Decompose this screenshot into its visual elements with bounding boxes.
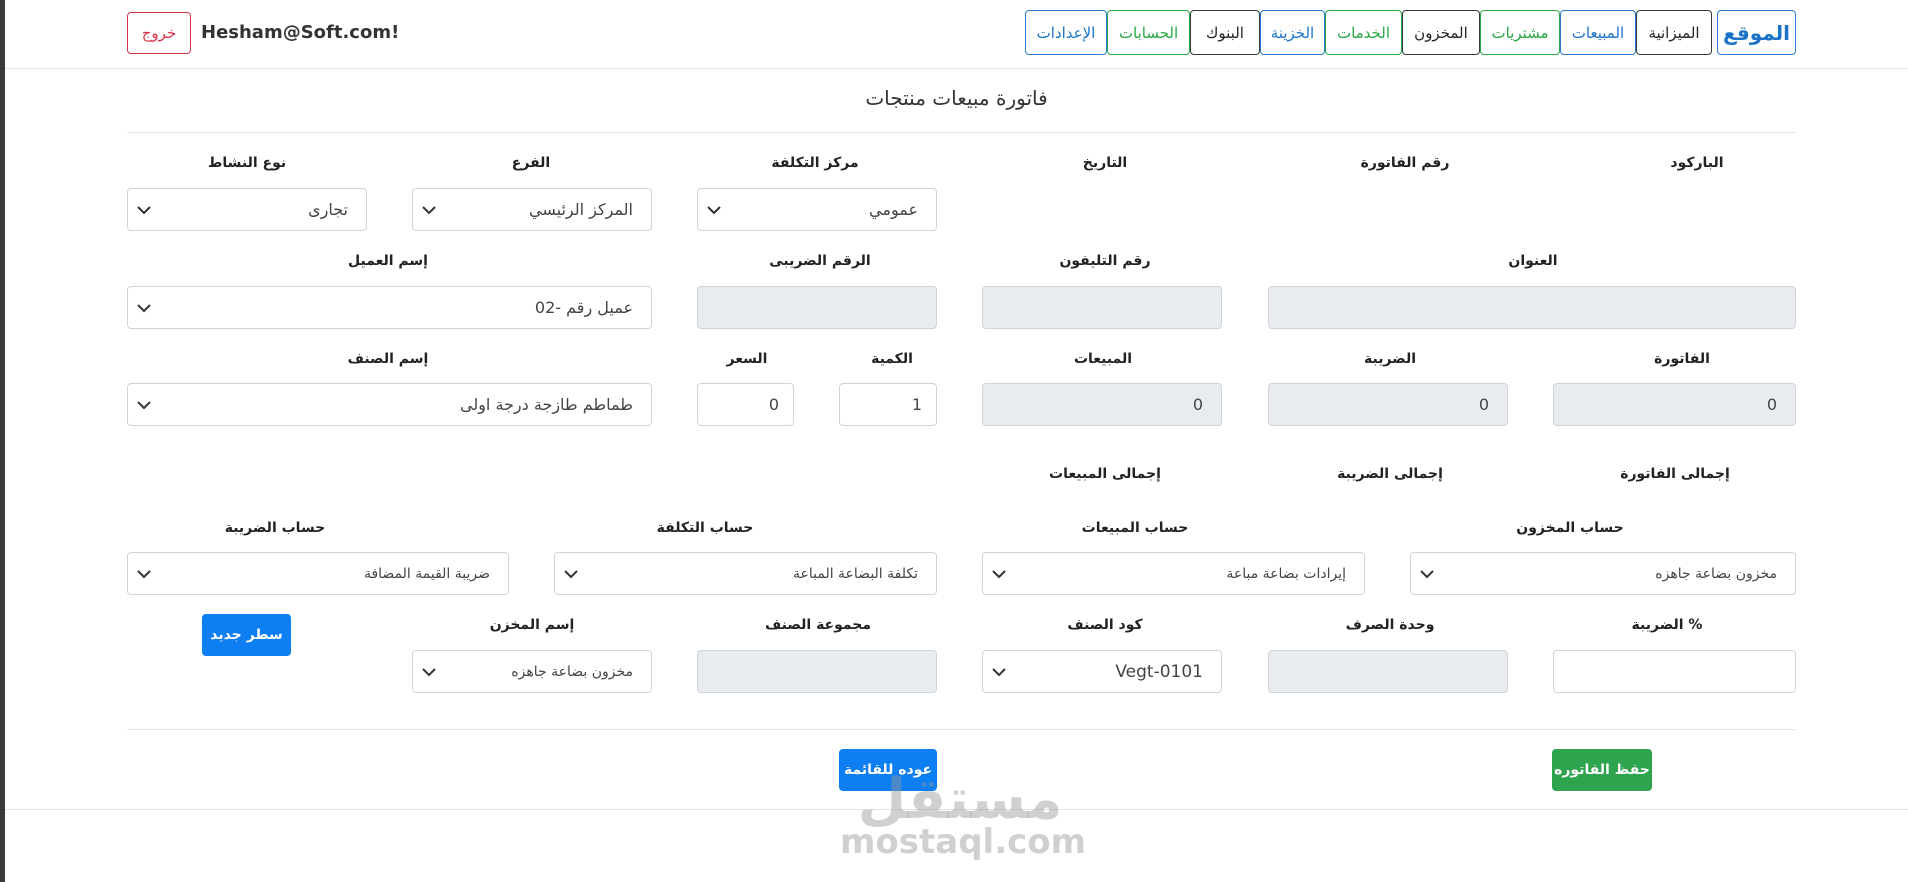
cost-account-label: حساب التكلفة bbox=[656, 520, 754, 536]
logout-button[interactable]: خروج bbox=[127, 12, 191, 54]
address-field[interactable] bbox=[1268, 286, 1796, 329]
chevron-down-icon bbox=[991, 566, 1007, 582]
form-divider bbox=[127, 729, 1796, 730]
invoice-total-label: إجمالى الفاتورة bbox=[1620, 466, 1730, 482]
item-select[interactable]: طماطم طازجة درجة اولى bbox=[127, 383, 652, 426]
activity-type-label: نوع النشاط bbox=[207, 155, 287, 171]
tax-value: 0 bbox=[1478, 395, 1489, 414]
tax-account-select[interactable]: ضريبة القيمة المضافة bbox=[127, 552, 509, 595]
cost-center-value: عمومي bbox=[869, 200, 918, 219]
customer-select[interactable]: عميل رقم -02 bbox=[127, 286, 652, 329]
sales-account-label: حساب المبيعات bbox=[1081, 520, 1189, 536]
activity-type-value: تجارى bbox=[308, 200, 348, 219]
cost-center-label: مركز التكلفة bbox=[771, 155, 859, 171]
invoice-value: 0 bbox=[1766, 395, 1777, 414]
warehouse-name-label: إسم المخزن bbox=[489, 617, 575, 633]
nav-sales[interactable]: المبيعات bbox=[1560, 10, 1636, 55]
invoice-label: الفاتورة bbox=[1654, 351, 1710, 367]
nav-banks[interactable]: البنوك bbox=[1190, 10, 1260, 55]
chevron-down-icon bbox=[136, 300, 152, 316]
item-code-value: Vegt-0101 bbox=[1115, 661, 1203, 682]
unit-field[interactable] bbox=[1268, 650, 1508, 693]
chevron-down-icon bbox=[563, 566, 579, 582]
activity-type-select[interactable]: تجارى bbox=[127, 188, 367, 231]
nav-budget[interactable]: الميزانية bbox=[1636, 10, 1712, 55]
chevron-down-icon bbox=[1419, 566, 1435, 582]
tax-percent-input[interactable] bbox=[1553, 650, 1796, 693]
cost-center-select[interactable]: عمومي bbox=[697, 188, 937, 231]
warehouse-select[interactable]: مخزون بضاعة جاهزه bbox=[412, 650, 652, 693]
tax-number-label: الرقم الضريبى bbox=[769, 253, 871, 269]
nav-settings[interactable]: الإعدادات bbox=[1025, 10, 1107, 55]
inventory-account-label: حساب المخزون bbox=[1516, 520, 1624, 536]
inventory-account-value: مخزون بضاعة جاهزه bbox=[1655, 565, 1777, 582]
phone-field[interactable] bbox=[982, 286, 1222, 329]
sales-total-label: إجمالى المبيعات bbox=[1049, 466, 1161, 482]
page: الموقع الميزانية المبيعات مشتريات المخزو… bbox=[5, 0, 1908, 882]
unit-label: وحدة الصرف bbox=[1345, 617, 1435, 633]
price-label: السعر bbox=[726, 351, 768, 367]
branch-value: المركز الرئيسي bbox=[529, 200, 633, 219]
chevron-down-icon bbox=[136, 397, 152, 413]
price-value: 0 bbox=[768, 395, 779, 414]
quantity-input[interactable]: 1 bbox=[839, 383, 937, 426]
price-input[interactable]: 0 bbox=[697, 383, 794, 426]
item-value: طماطم طازجة درجة اولى bbox=[459, 395, 633, 414]
tax-number-field[interactable] bbox=[697, 286, 937, 329]
branch-label: الفرع bbox=[511, 155, 551, 171]
cost-account-value: تكلفة البضاعة المباعة bbox=[793, 565, 918, 582]
navbar-divider bbox=[5, 68, 1908, 69]
cost-account-select[interactable]: تكلفة البضاعة المباعة bbox=[554, 552, 937, 595]
sales-field[interactable]: 0 bbox=[982, 383, 1222, 426]
inventory-account-select[interactable]: مخزون بضاعة جاهزه bbox=[1410, 552, 1796, 595]
chevron-down-icon bbox=[706, 202, 722, 218]
item-group-field[interactable] bbox=[697, 650, 937, 693]
customer-name-label: إسم العميل bbox=[348, 253, 428, 269]
nav-services[interactable]: الخدمات bbox=[1325, 10, 1402, 55]
address-label: العنوان bbox=[1508, 253, 1558, 269]
warehouse-value: مخزون بضاعة جاهزه bbox=[511, 663, 633, 680]
new-row-button[interactable]: سطر جديد bbox=[202, 614, 291, 656]
tax-field[interactable]: 0 bbox=[1268, 383, 1508, 426]
chevron-down-icon bbox=[991, 664, 1007, 680]
date-label: التاريخ bbox=[1082, 155, 1128, 171]
sales-account-value: إيرادات بضاعة مباعة bbox=[1226, 565, 1346, 582]
nav-purchases[interactable]: مشتريات bbox=[1480, 10, 1560, 55]
mostaql-watermark: مستقل mostaql.com bbox=[840, 767, 1087, 862]
phone-label: رقم التليفون bbox=[1059, 253, 1151, 269]
item-code-label: كود الصنف bbox=[1067, 617, 1143, 633]
tax-label: الضريبة bbox=[1363, 351, 1417, 367]
sales-label: المبيعات bbox=[1073, 351, 1133, 367]
sales-account-select[interactable]: إيرادات بضاعة مباعة bbox=[982, 552, 1365, 595]
tax-account-value: ضريبة القيمة المضافة bbox=[363, 565, 490, 582]
tax-total-label: إجمالى الضريبة bbox=[1337, 466, 1443, 482]
brand-link[interactable]: الموقع bbox=[1717, 10, 1796, 55]
sales-value: 0 bbox=[1192, 395, 1203, 414]
chevron-down-icon bbox=[136, 566, 152, 582]
invoice-field[interactable]: 0 bbox=[1553, 383, 1796, 426]
nav-accounts[interactable]: الحسابات bbox=[1107, 10, 1190, 55]
watermark-arabic: مستقل bbox=[857, 767, 1063, 832]
nav-treasury[interactable]: الخزينة bbox=[1260, 10, 1325, 55]
tax-account-label: حساب الضريبة bbox=[224, 520, 326, 536]
chevron-down-icon bbox=[421, 664, 437, 680]
invoice-number-label: رقم الفاتورة bbox=[1360, 155, 1450, 171]
item-name-label: إسم الصنف bbox=[347, 351, 429, 367]
customer-value: عميل رقم -02 bbox=[534, 298, 633, 317]
title-divider bbox=[127, 132, 1796, 133]
quantity-value: 1 bbox=[911, 395, 922, 414]
item-code-select[interactable]: Vegt-0101 bbox=[982, 650, 1222, 693]
watermark-latin: mostaql.com bbox=[840, 822, 1087, 862]
user-email: Hesham@Soft.com! bbox=[201, 22, 400, 43]
nav-inventory[interactable]: المخزون bbox=[1402, 10, 1480, 55]
chevron-down-icon bbox=[421, 202, 437, 218]
page-title: فاتورة مبيعات منتجات bbox=[865, 86, 1048, 110]
barcode-label: الباركود bbox=[1670, 155, 1724, 171]
tax-percent-label: الضريبة % bbox=[1631, 617, 1703, 633]
branch-select[interactable]: المركز الرئيسي bbox=[412, 188, 652, 231]
chevron-down-icon bbox=[136, 202, 152, 218]
save-invoice-button[interactable]: حفظ الفاتوره bbox=[1552, 749, 1652, 791]
item-group-label: مجموعة الصنف bbox=[764, 617, 872, 633]
